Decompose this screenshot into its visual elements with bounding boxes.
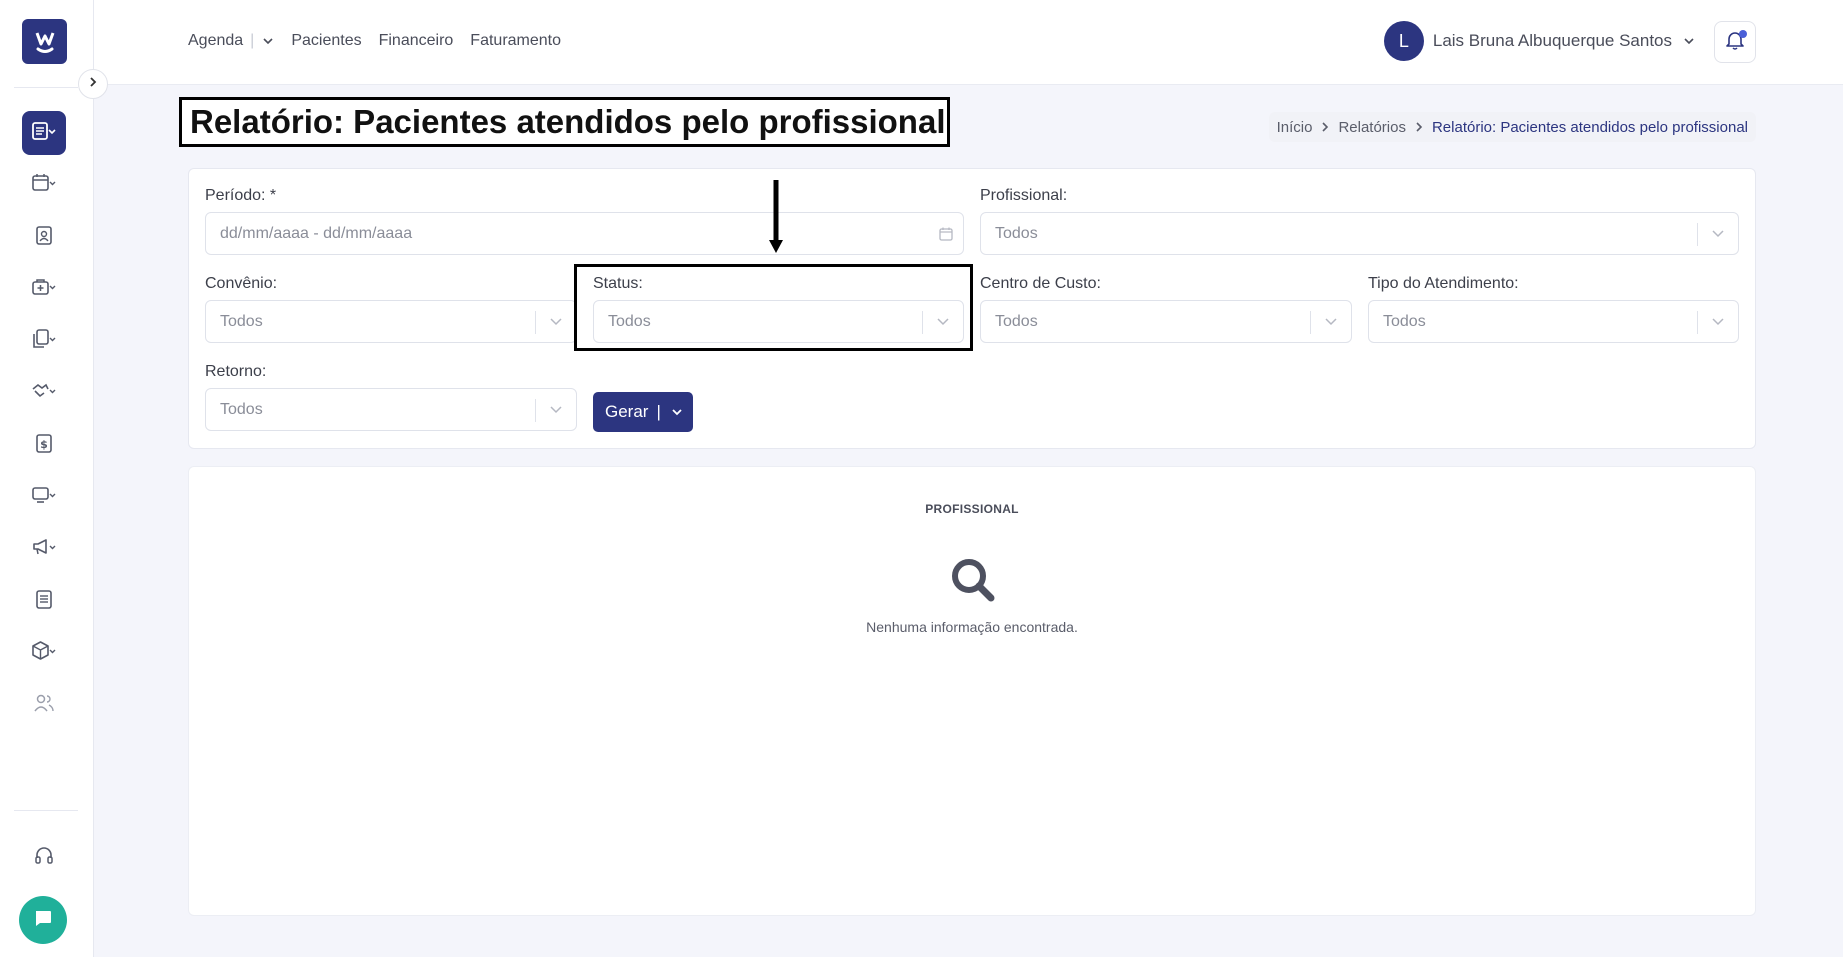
notifications-button[interactable] [1714,21,1756,63]
sidebar: $ [0,0,94,957]
nav-item-financeiro[interactable]: Financeiro [379,32,454,50]
notification-dot [1739,30,1747,38]
chevron-down-icon [1324,314,1338,328]
retorno-value: Todos [220,400,263,418]
sidebar-item-users[interactable] [22,683,66,727]
select-divider [535,311,536,334]
sidebar-item-financial[interactable]: $ [22,423,66,467]
retorno-select[interactable]: Todos [205,388,577,431]
top-bar: Agenda | Pacientes Financeiro Faturament… [94,0,1843,85]
chevron-down-icon [549,314,563,328]
profissional-value: Todos [995,224,1038,242]
chat-button[interactable] [19,896,67,944]
tipo-atendimento-value: Todos [1383,312,1426,330]
select-divider [535,399,536,422]
gerar-separator: | [656,402,661,421]
monitor-icon [31,484,57,511]
megaphone-icon [31,536,57,563]
select-divider [1310,311,1311,334]
gerar-button[interactable]: Gerar | [593,392,693,432]
sidebar-item-monitor[interactable] [22,475,66,519]
chevron-down-icon [1711,226,1725,240]
sidebar-item-agreements[interactable] [22,371,66,415]
breadcrumb-item-relatorios[interactable]: Relatórios [1338,119,1406,136]
nav-separator: | [250,32,255,49]
reports-icon [31,120,57,147]
nav-item-faturamento[interactable]: Faturamento [470,32,561,50]
gerar-label: Gerar [605,402,649,421]
app-logo[interactable] [22,19,67,64]
agenda-dropdown-toggle[interactable] [262,32,274,50]
results-card: PROFISSIONAL Nenhuma informação encontra… [188,466,1756,916]
chat-icon [32,907,54,934]
chevron-down-icon [262,32,274,50]
centro-custo-label: Centro de Custo: [980,275,1101,292]
breadcrumb-item-inicio[interactable]: Início [1277,119,1313,136]
chevron-down-icon [1711,314,1725,328]
periodo-label: Período: * [205,187,277,204]
sidebar-item-calendar[interactable] [22,163,66,207]
sidebar-item-patients[interactable] [22,215,66,259]
sidebar-divider [14,810,78,811]
sidebar-item-documents[interactable] [22,319,66,363]
tipo-atendimento-select[interactable]: Todos [1368,300,1739,343]
box-icon [31,640,57,667]
centro-custo-select[interactable]: Todos [980,300,1352,343]
tipo-atendimento-label: Tipo do Atendimento: [1368,275,1519,292]
news-icon [33,588,55,615]
avatar: L [1383,21,1424,61]
empty-state-text: Nenhuma informação encontrada. [866,619,1078,635]
main-nav: Agenda | Pacientes Financeiro Faturament… [188,32,578,50]
sidebar-item-marketing[interactable] [22,527,66,571]
sidebar-item-inventory[interactable] [22,631,66,675]
documents-icon [31,328,57,355]
svg-text:$: $ [40,438,48,451]
sidebar-item-support[interactable] [22,836,66,880]
headset-icon [33,845,55,872]
profissional-select[interactable]: Todos [980,212,1739,255]
chevron-right-icon [88,75,98,93]
calendar-icon [31,172,57,199]
user-menu[interactable]: L Lais Bruna Albuquerque Santos [1383,21,1695,61]
periodo-placeholder: dd/mm/aaaa - dd/mm/aaaa [220,224,413,242]
status-highlight-box [574,264,973,351]
breadcrumb: Início Relatórios Relatório: Pacientes a… [1268,112,1756,142]
nav-item-agenda[interactable]: Agenda [188,32,243,50]
profissional-label: Profissional: [980,187,1068,204]
sidebar-item-news[interactable] [22,579,66,623]
chevron-right-icon [1321,121,1329,133]
results-heading: PROFISSIONAL [925,502,1019,516]
nav-item-pacientes[interactable]: Pacientes [291,32,361,50]
sidebar-item-medical[interactable] [22,267,66,311]
user-name: Lais Bruna Albuquerque Santos [1432,31,1672,50]
sidebar-divider [14,87,78,88]
chevron-down-icon [1683,37,1695,45]
convenio-value: Todos [220,312,263,330]
dollar-icon: $ [33,432,55,459]
convenio-select[interactable]: Todos [205,300,577,343]
annotation-arrow-icon [768,180,784,260]
chevron-down-icon [549,402,563,416]
periodo-input[interactable]: dd/mm/aaaa - dd/mm/aaaa [205,212,964,255]
handshake-icon [31,380,57,407]
users-icon [33,692,55,719]
calendar-icon [938,226,954,247]
convenio-label: Convênio: [205,275,278,292]
chevron-right-icon [1415,121,1423,133]
search-icon [950,557,996,608]
breadcrumb-item-current: Relatório: Pacientes atendidos pelo prof… [1431,118,1748,136]
sidebar-item-reports[interactable] [22,111,66,155]
select-divider [1697,223,1698,246]
medical-bag-icon [31,276,57,303]
sidebar-toggle-button[interactable] [78,69,108,99]
retorno-label: Retorno: [205,363,267,380]
centro-custo-value: Todos [995,312,1038,330]
page-title: Relatório: Pacientes atendidos pelo prof… [179,97,950,147]
patient-card-icon [33,224,55,251]
chevron-down-icon[interactable] [671,408,683,416]
select-divider [1697,311,1698,334]
